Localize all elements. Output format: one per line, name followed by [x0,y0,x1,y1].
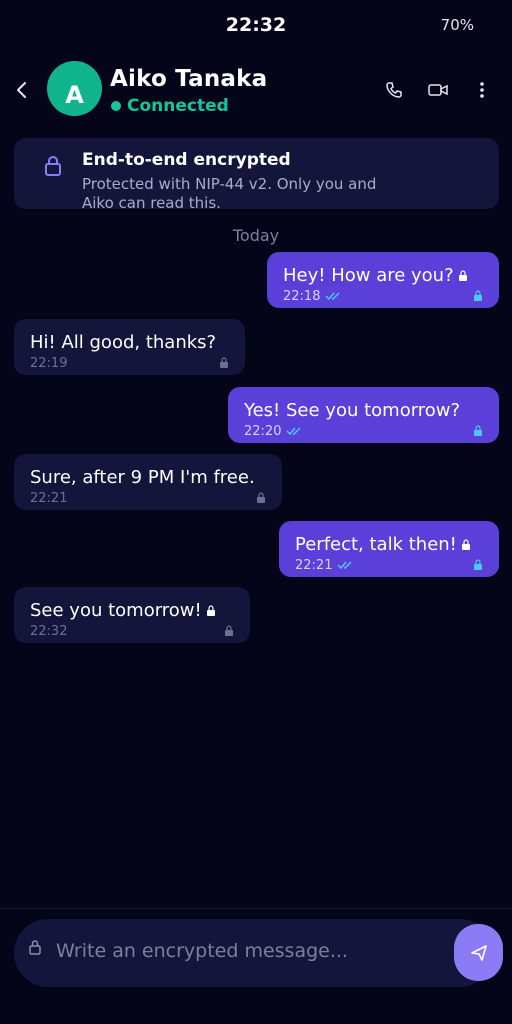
back-arrow-icon [17,82,26,98]
send-button[interactable] [454,924,503,981]
message-text: Hi! All good, thanks? [30,332,217,353]
avatar[interactable]: A [47,61,102,116]
phone-icon [386,82,402,98]
message-time: 22:18 [283,289,321,304]
encrypted-icon [458,266,468,287]
message-input-container [14,919,494,987]
online-dot-icon [111,101,121,111]
video-call-button[interactable] [426,78,450,102]
message-text: Yes! See you tomorrow? [244,400,461,421]
double-check-icon [325,292,340,301]
composer [0,908,512,1024]
date-separator: Today [232,226,280,245]
presence-label: Connected [127,96,229,116]
status-bar: 22:32 70% [0,0,512,50]
message-bubble-incoming[interactable]: Sure, after 9 PM I'm free. 22:21 [14,454,282,510]
message-text: Hey! How are you? [283,265,468,287]
battery-level: 70% [440,16,474,34]
lock-icon [45,155,61,176]
double-check-icon [337,561,352,570]
lock-icon [225,625,233,636]
more-options-button[interactable] [470,78,494,102]
banner-text: Protected with NIP-44 v2. Only you and A… [82,175,377,212]
encrypted-icon [461,535,471,556]
lock-icon [220,357,228,368]
chat-header: A Aiko Tanaka Connected [0,56,512,124]
lock-icon [29,940,41,955]
lock-icon [474,559,482,570]
contact-name[interactable]: Aiko Tanaka [110,66,267,92]
message-text: See you tomorrow! [30,600,216,622]
lock-icon [474,290,482,301]
encryption-banner: End-to-end encrypted Protected with NIP-… [14,138,499,212]
send-icon [470,944,487,961]
call-button[interactable] [382,78,406,102]
message-time: 22:20 [244,424,282,439]
back-button[interactable] [10,78,34,102]
lock-icon [474,425,482,436]
more-icon [480,82,484,98]
double-check-icon [286,427,301,436]
message-time: 22:21 [295,558,333,573]
message-time: 22:21 [30,491,68,506]
message-bubble-outgoing[interactable]: Hey! How are you? 22:18 [267,252,499,308]
message-bubble-outgoing[interactable]: Perfect, talk then! 22:21 [279,521,499,577]
message-bubble-incoming[interactable]: See you tomorrow! 22:32 [14,587,250,643]
message-time: 22:32 [30,624,68,639]
message-text: Perfect, talk then! [295,534,471,556]
message-time: 22:19 [30,356,68,371]
presence-status: Connected [111,96,229,116]
message-text: Sure, after 9 PM I'm free. [30,467,255,488]
lock-icon [257,492,265,503]
video-icon [428,84,448,96]
message-bubble-incoming[interactable]: Hi! All good, thanks? 22:19 [14,319,245,375]
message-bubble-outgoing[interactable]: Yes! See you tomorrow? 22:20 [228,387,499,443]
status-time: 22:32 [225,14,287,36]
message-input[interactable] [56,933,446,969]
banner-title: End-to-end encrypted [82,150,291,170]
encrypted-icon [206,601,216,622]
